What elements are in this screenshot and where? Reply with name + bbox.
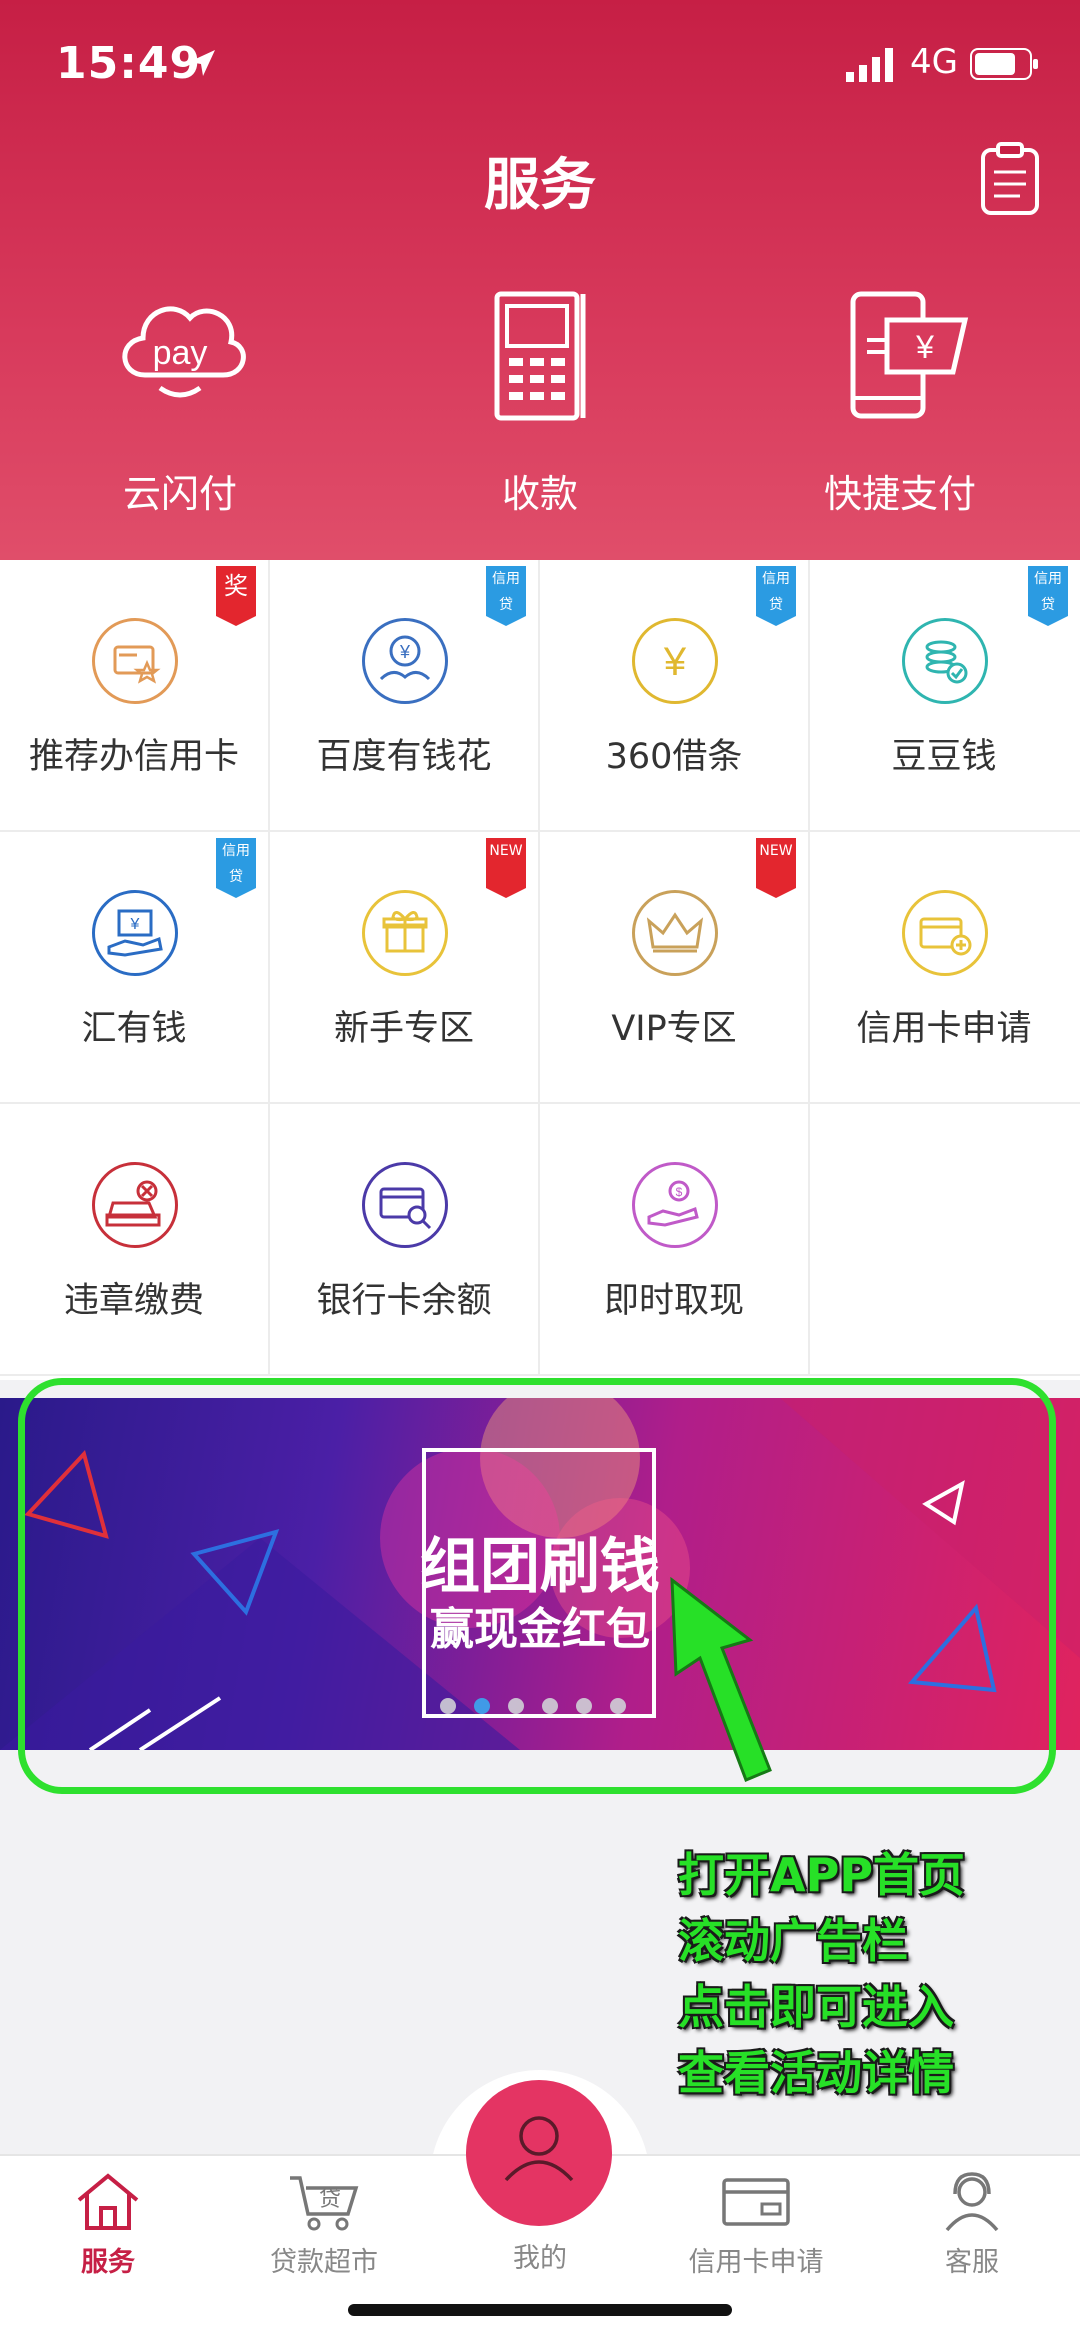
service-huiyouqian[interactable]: 信用贷 ¥ 汇有钱 [0, 832, 270, 1104]
monitor-hand-icon: ¥ [92, 890, 178, 976]
service-cash-out[interactable]: $ 即时取现 [540, 1104, 810, 1376]
tab-card-apply[interactable]: 信用卡申请 [648, 2170, 864, 2279]
tab-customer-service[interactable]: 客服 [864, 2170, 1080, 2279]
card-search-icon [362, 1162, 448, 1248]
status-bar: 15:49 4G [0, 0, 1080, 130]
annotation-line: 点击即可进入 [678, 1980, 954, 2034]
service-label: 360借条 [605, 737, 743, 777]
tab-label: 客服 [945, 2247, 999, 2278]
clipboard-icon[interactable] [980, 142, 1040, 216]
annotation-line: 滚动广告栏 [678, 1914, 908, 1968]
reward-badge: 奖 [216, 566, 256, 626]
service-label: 即时取现 [603, 1281, 744, 1321]
svg-text:¥: ¥ [130, 916, 140, 933]
crown-icon [632, 890, 718, 976]
service-label: 豆豆钱 [891, 737, 997, 777]
quick-action-label: 云闪付 [122, 472, 237, 516]
gift-icon [362, 890, 448, 976]
pos-terminal-icon [494, 291, 586, 421]
service-label: 银行卡余额 [316, 1281, 492, 1321]
home-icon [77, 2173, 139, 2230]
service-vip[interactable]: NEW VIP专区 [540, 832, 810, 1104]
credit-card-icon [722, 2178, 790, 2226]
quick-action-label: 收款 [501, 472, 578, 516]
services-grid: 奖 推荐办信用卡 信用贷 ¥ 百度有钱花 信用贷 ¥ 360借条 信用贷 豆豆钱… [0, 560, 1080, 1380]
tab-label: 贷款超市 [270, 2247, 378, 2278]
coins-check-icon [902, 618, 988, 704]
service-label: 信用卡申请 [856, 1009, 1032, 1049]
new-badge: NEW [486, 838, 526, 898]
quick-action-yunshanfu[interactable]: pay 云闪付 [30, 280, 330, 516]
phone-yuan-card-icon: ¥ [850, 291, 969, 419]
service-card-apply[interactable]: 信用卡申请 [810, 832, 1080, 1104]
svg-text:贷: 贷 [319, 2187, 341, 2212]
service-balance[interactable]: 银行卡余额 [270, 1104, 540, 1376]
pay-cloud-icon: pay [122, 306, 246, 398]
car-fine-icon [92, 1162, 178, 1248]
svg-text:¥: ¥ [399, 642, 411, 662]
customer-service-icon [945, 2172, 999, 2232]
service-label: 百度有钱花 [316, 737, 492, 777]
svg-text:$: $ [676, 1185, 683, 1199]
loan-cart-icon: 贷 [290, 2176, 359, 2231]
yuan-mountain-icon: ¥ [362, 618, 448, 704]
card-plus-icon [902, 890, 988, 976]
network-type: 4G [910, 42, 958, 82]
signal-icon [846, 48, 893, 82]
service-traffic-fine[interactable]: 违章缴费 [0, 1104, 270, 1376]
service-recommend-card[interactable]: 奖 推荐办信用卡 [0, 560, 270, 832]
card-star-icon [92, 618, 178, 704]
page-title: 服务 [484, 153, 596, 218]
credit-loan-badge: 信用贷 [1028, 566, 1068, 626]
annotation-line: 查看活动详情 [678, 2046, 954, 2100]
battery-icon [970, 48, 1038, 80]
svg-text:pay: pay [153, 334, 208, 372]
tab-me-button[interactable] [466, 2080, 612, 2226]
credit-loan-badge: 信用贷 [756, 566, 796, 626]
service-360[interactable]: 信用贷 ¥ 360借条 [540, 560, 810, 832]
new-badge: NEW [756, 838, 796, 898]
annotation-text: 打开APP首页 滚动广告栏 点击即可进入 查看活动详情 [678, 1842, 965, 2106]
quick-action-receive[interactable]: 收款 [390, 280, 690, 516]
service-empty-slot [810, 1104, 1080, 1376]
service-baidu[interactable]: 信用贷 ¥ 百度有钱花 [270, 560, 540, 832]
service-label: 汇有钱 [81, 1009, 187, 1049]
service-label: 违章缴费 [63, 1281, 204, 1321]
home-indicator[interactable] [348, 2304, 732, 2316]
credit-loan-badge: 信用贷 [486, 566, 526, 626]
quick-action-label: 快捷支付 [823, 472, 976, 516]
tab-service[interactable]: 服务 [0, 2170, 216, 2279]
user-icon [504, 2116, 574, 2182]
yuan-note-icon: ¥ [632, 618, 718, 704]
tab-loan-market[interactable]: 贷 贷款超市 [216, 2170, 432, 2279]
tab-label: 服务 [81, 2247, 135, 2278]
service-newbie[interactable]: NEW 新手专区 [270, 832, 540, 1104]
hand-coin-icon: $ [632, 1162, 718, 1248]
status-time: 15:49 [56, 38, 202, 89]
annotation-line: 打开APP首页 [678, 1848, 966, 1902]
quick-action-quickpay[interactable]: ¥ 快捷支付 [750, 280, 1050, 516]
annotation-arrow-icon [670, 1576, 772, 1782]
tab-label: 信用卡申请 [688, 2247, 824, 2278]
highlight-outline [18, 1378, 1056, 1794]
service-label: 新手专区 [333, 1009, 474, 1049]
tab-label-me: 我的 [513, 2243, 567, 2274]
location-arrow-icon [189, 50, 215, 76]
service-label: VIP专区 [611, 1009, 737, 1049]
service-label: 推荐办信用卡 [28, 737, 239, 777]
svg-text:¥: ¥ [915, 329, 934, 365]
credit-loan-badge: 信用贷 [216, 838, 256, 898]
service-doudou[interactable]: 信用贷 豆豆钱 [810, 560, 1080, 832]
svg-text:¥: ¥ [663, 640, 687, 684]
